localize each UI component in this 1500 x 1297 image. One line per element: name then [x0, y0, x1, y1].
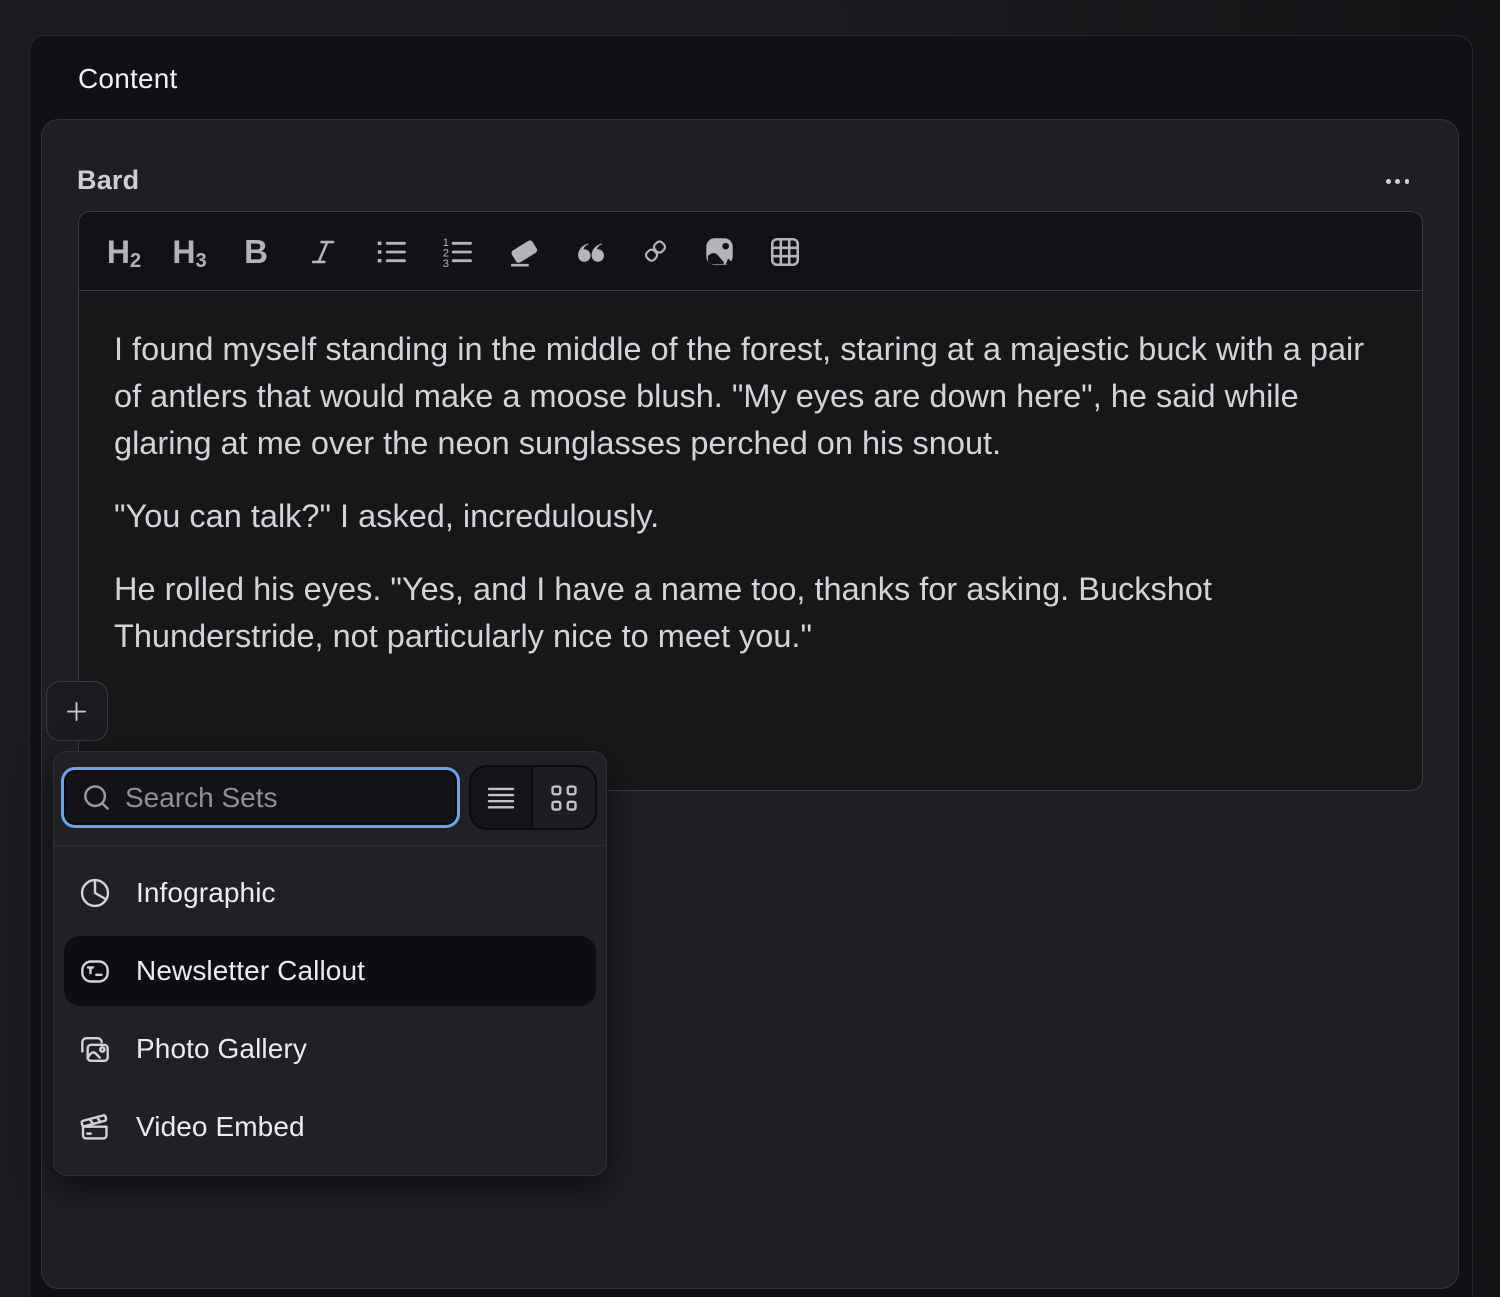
- svg-text:3: 3: [443, 258, 449, 270]
